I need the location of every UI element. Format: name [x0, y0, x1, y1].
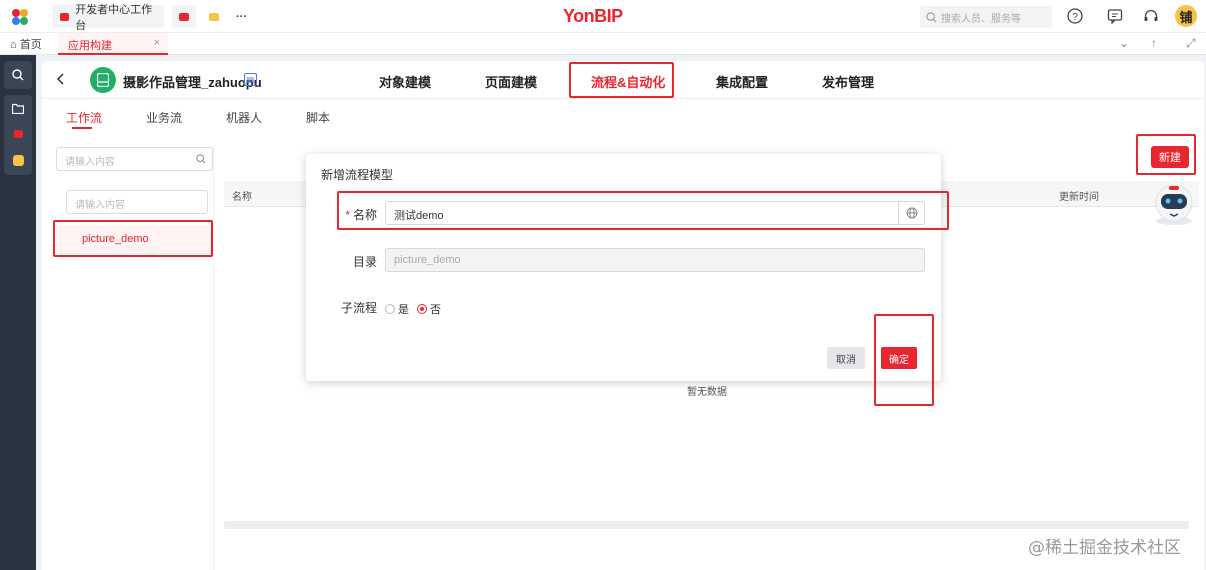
subflow-yes-radio[interactable]: 是	[385, 301, 409, 317]
nav-page-modeling[interactable]: 页面建模	[485, 72, 537, 91]
main-panel: 摄影作品管理_zahuopu ▤ 对象建模 页面建模 流程&自动化 集成配置 发…	[42, 61, 1204, 570]
directory-input-value: picture_demo	[394, 254, 461, 266]
yonyou-logo-icon[interactable]	[10, 7, 30, 27]
subtab-robot[interactable]: 机器人	[226, 109, 262, 126]
cancel-button[interactable]: 取消	[827, 347, 865, 369]
more-menu[interactable]: ···	[228, 5, 250, 28]
horizontal-scrollbar[interactable]	[224, 521, 1189, 529]
close-icon[interactable]: ×	[154, 37, 160, 49]
nav-integration-config[interactable]: 集成配置	[716, 72, 768, 91]
directory-input: picture_demo	[385, 248, 925, 272]
tree-item[interactable]: picture_demo	[56, 225, 214, 255]
home-tab[interactable]: ⌂ 首页	[10, 36, 42, 52]
subflow-no-radio[interactable]: 否	[417, 301, 441, 317]
brand-logo: YonBIP	[563, 6, 623, 26]
column-name: 名称	[232, 192, 252, 203]
app-edit-icon[interactable]: ▤	[244, 73, 257, 86]
globe-icon[interactable]	[898, 202, 924, 224]
app-yellow-icon[interactable]	[9, 151, 27, 169]
app-shortcut-tab[interactable]	[172, 5, 196, 28]
confirm-button[interactable]: 确定	[881, 347, 917, 369]
global-search-input[interactable]: 搜索人员、服务等	[920, 6, 1052, 28]
name-label-text: 名称	[352, 208, 377, 222]
assistant-robot-icon[interactable]	[1151, 181, 1197, 227]
search-icon	[196, 154, 206, 164]
nav-release-management[interactable]: 发布管理	[822, 72, 874, 91]
app-shortcut-icon	[179, 12, 189, 21]
subflow-yes-label: 是	[398, 304, 409, 316]
arrow-up-icon[interactable]: ↑	[1151, 36, 1157, 50]
tree-search-input[interactable]: 请输入内容	[56, 147, 213, 171]
name-input[interactable]: 测试demo	[385, 201, 925, 225]
chevron-down-icon[interactable]: ⌄	[1119, 36, 1129, 50]
workbench-tab[interactable]: 开发者中心工作台	[52, 4, 164, 32]
watermark: @稀土掘金技术社区	[1028, 538, 1181, 558]
tree-search-placeholder: 请输入内容	[65, 157, 115, 168]
user-avatar[interactable]: 铺	[1175, 5, 1197, 27]
global-search-placeholder: 搜索人员、服务等	[941, 13, 1021, 25]
model-tree-panel: 请输入内容 请输入内容 picture_demo	[56, 145, 214, 570]
tree-filter-input[interactable]: 请输入内容	[66, 190, 208, 214]
subflow-no-label: 否	[430, 304, 441, 316]
app-build-tab[interactable]: 应用构建 ×	[58, 33, 168, 55]
name-label: * 名称	[317, 206, 377, 223]
nav-flow-automation[interactable]: 流程&自动化	[591, 72, 665, 91]
workbench-icon	[60, 12, 70, 21]
subtab-business-flow[interactable]: 业务流	[146, 109, 182, 126]
help-icon[interactable]: ?	[1066, 7, 1084, 25]
app-logo-icon	[90, 67, 116, 93]
app-name: 摄影作品管理_zahuopu	[123, 75, 262, 90]
radio-circle	[385, 304, 395, 314]
new-button[interactable]: 新建	[1151, 146, 1189, 168]
subflow-label: 子流程	[340, 301, 377, 315]
home-icon: ⌂	[10, 39, 17, 51]
directory-label: 目录	[352, 255, 377, 269]
subtab-script[interactable]: 脚本	[306, 109, 330, 126]
tree-filter-placeholder: 请输入内容	[75, 200, 125, 211]
svg-text:?: ?	[1072, 12, 1078, 23]
required-mark: *	[345, 208, 350, 222]
subtab-active-indicator	[72, 127, 92, 129]
radio-circle-selected	[417, 304, 427, 314]
expand-icon[interactable]: ⤢	[1186, 36, 1196, 51]
top-bar: 开发者中心工作台 ··· YonBIP 搜索人员、服务等 ? 铺	[0, 0, 1206, 33]
dialog-title: 新增流程模型	[321, 168, 394, 182]
message-icon[interactable]	[1106, 7, 1124, 25]
app-red-icon[interactable]	[9, 125, 27, 143]
search-icon[interactable]	[9, 66, 27, 84]
back-chevron-icon[interactable]	[50, 69, 70, 89]
page-tab-bar: ⌂ 首页 应用构建 × ⌄ ↑ ⤢	[0, 33, 1206, 55]
folder-icon[interactable]	[9, 99, 27, 117]
nav-object-modeling[interactable]: 对象建模	[379, 72, 431, 91]
note-icon	[209, 12, 219, 21]
home-tab-label: 首页	[19, 39, 42, 51]
left-rail	[0, 55, 36, 570]
workbench-tab-label: 开发者中心工作台	[75, 3, 153, 32]
app-header: 摄影作品管理_zahuopu ▤ 对象建模 页面建模 流程&自动化 集成配置 发…	[42, 61, 1204, 99]
note-shortcut[interactable]	[202, 5, 226, 28]
subtab-workflow[interactable]: 工作流	[66, 109, 102, 126]
app-build-tab-label: 应用构建	[68, 40, 112, 52]
empty-state-text: 暂无数据	[687, 387, 727, 398]
name-input-value: 测试demo	[394, 210, 444, 222]
headset-icon[interactable]	[1142, 7, 1160, 25]
column-updated-time: 更新时间	[1059, 192, 1099, 203]
search-icon	[926, 11, 937, 22]
tree-item-label: picture_demo	[82, 233, 149, 245]
new-flow-dialog: 新增流程模型 * 名称 测试demo 目录 picture_demo 子流程 是 …	[306, 154, 941, 381]
